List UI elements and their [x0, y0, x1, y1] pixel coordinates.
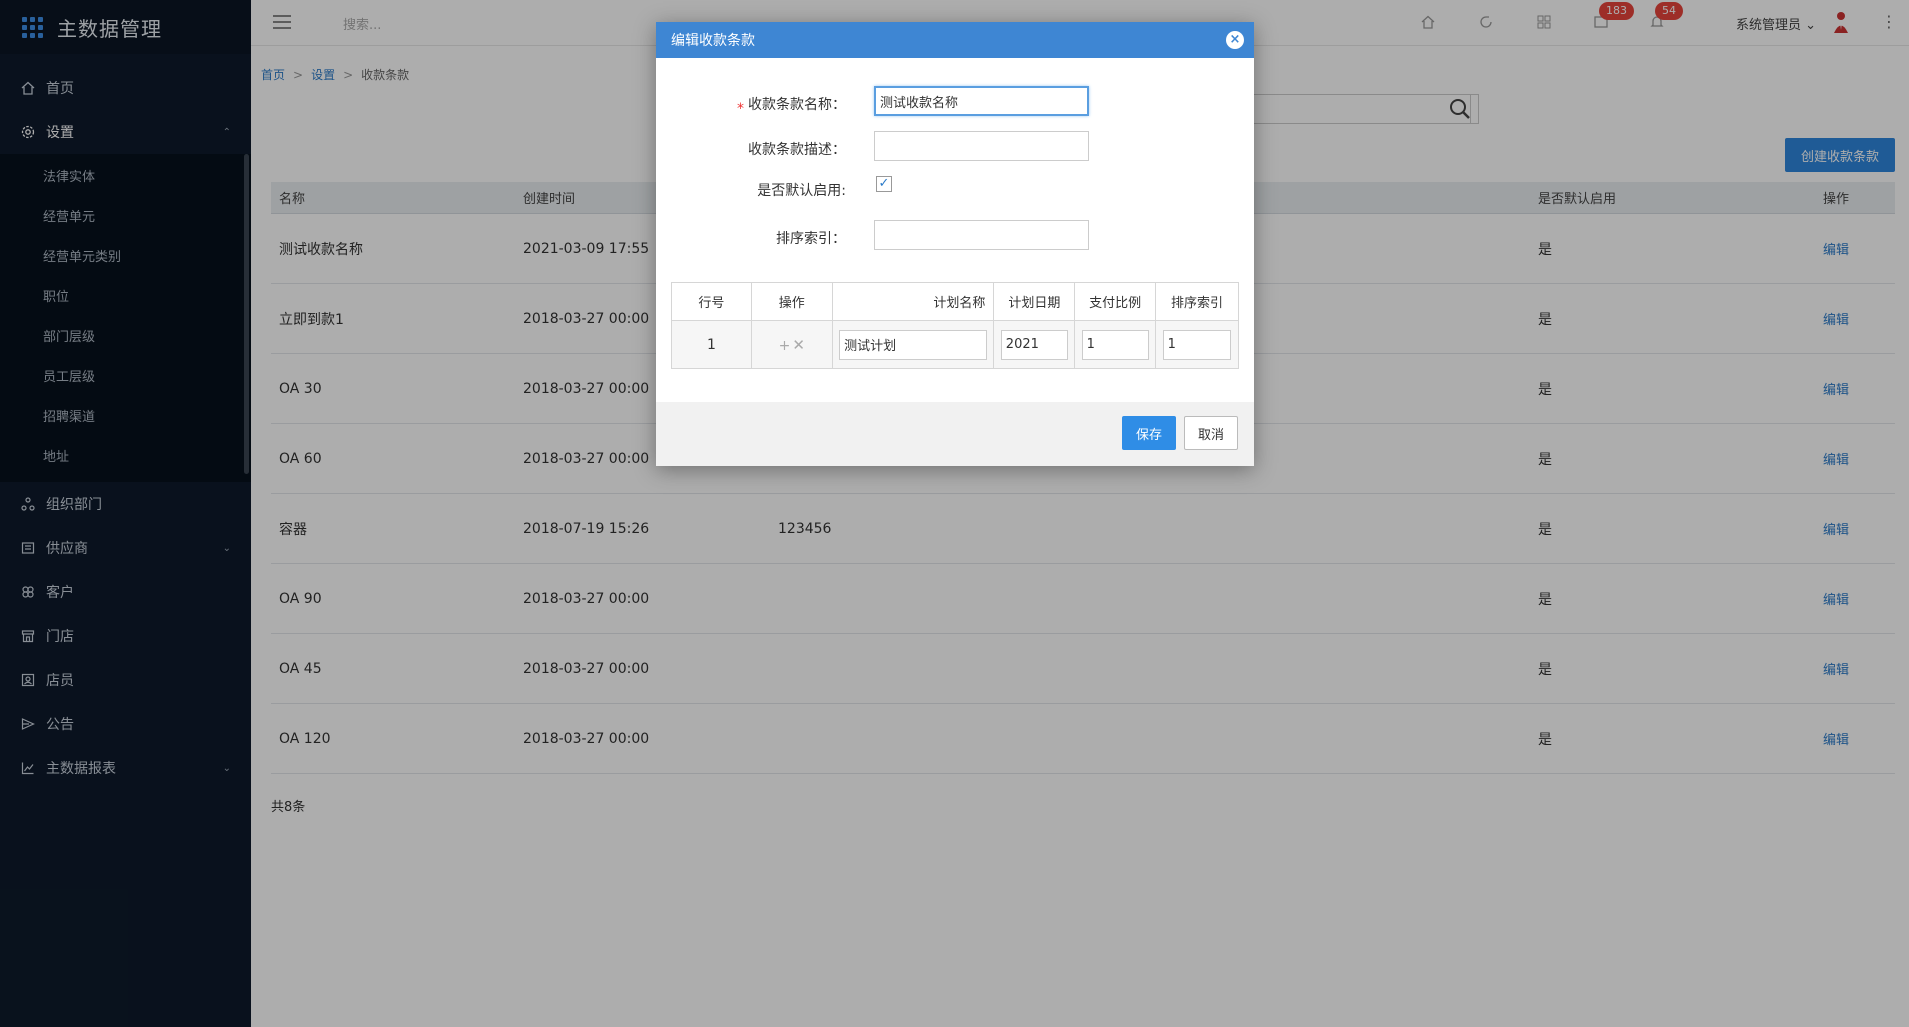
name-label: * 收款条款名称： — [737, 97, 846, 117]
close-icon[interactable]: × — [1226, 31, 1244, 49]
required-mark: * — [737, 101, 744, 117]
plan-row: 1 + ✕ — [671, 320, 1239, 369]
payment-term-desc-input[interactable] — [874, 131, 1089, 161]
plan-name-input[interactable] — [839, 329, 987, 360]
dialog-title: 编辑收款条款 — [671, 33, 755, 49]
col-plan-date: 计划日期 — [993, 282, 1076, 321]
col-pay-ratio: 支付比例 — [1074, 282, 1157, 321]
col-operation: 操作 — [750, 282, 833, 321]
plan-line-no: 1 — [671, 320, 752, 369]
default-enabled-checkbox[interactable]: ✓ — [876, 176, 892, 192]
add-row-icon[interactable]: + — [779, 338, 791, 354]
field-row-name: * 收款条款名称： — [656, 86, 1254, 118]
payment-term-name-input[interactable] — [874, 86, 1089, 116]
pay-ratio-input[interactable] — [1081, 329, 1149, 360]
plan-date-input[interactable] — [1000, 329, 1068, 360]
plan-sort-input[interactable] — [1162, 329, 1232, 360]
dialog-footer: 保存 取消 — [656, 402, 1254, 466]
sort-index-input[interactable] — [874, 220, 1089, 250]
plan-table-header: 行号 操作 计划名称 计划日期 支付比例 排序索引 — [671, 282, 1239, 321]
cancel-button[interactable]: 取消 — [1184, 416, 1238, 450]
payment-plan-table: 行号 操作 计划名称 计划日期 支付比例 排序索引 1 + ✕ — [671, 282, 1239, 369]
col-sort-index: 排序索引 — [1155, 282, 1239, 321]
field-row-sort: 排序索引： — [656, 220, 1254, 252]
default-label: 是否默认启用: — [757, 183, 846, 199]
field-row-default: 是否默认启用: ✓ — [656, 172, 1254, 204]
field-row-desc: 收款条款描述： — [656, 131, 1254, 163]
col-plan-name: 计划名称 — [831, 282, 995, 321]
desc-label: 收款条款描述： — [748, 142, 846, 158]
edit-payment-term-dialog: 编辑收款条款 × *收款条款名称： 收款条款描述： 是否默认启用: ✓ 排序索引… — [656, 22, 1254, 466]
sort-label: 排序索引： — [776, 231, 846, 247]
dialog-header: 编辑收款条款 × — [656, 22, 1254, 58]
plan-row-actions: + ✕ — [750, 320, 833, 369]
col-line-no: 行号 — [671, 282, 752, 321]
save-button[interactable]: 保存 — [1122, 416, 1176, 450]
delete-row-icon[interactable]: ✕ — [792, 336, 805, 354]
